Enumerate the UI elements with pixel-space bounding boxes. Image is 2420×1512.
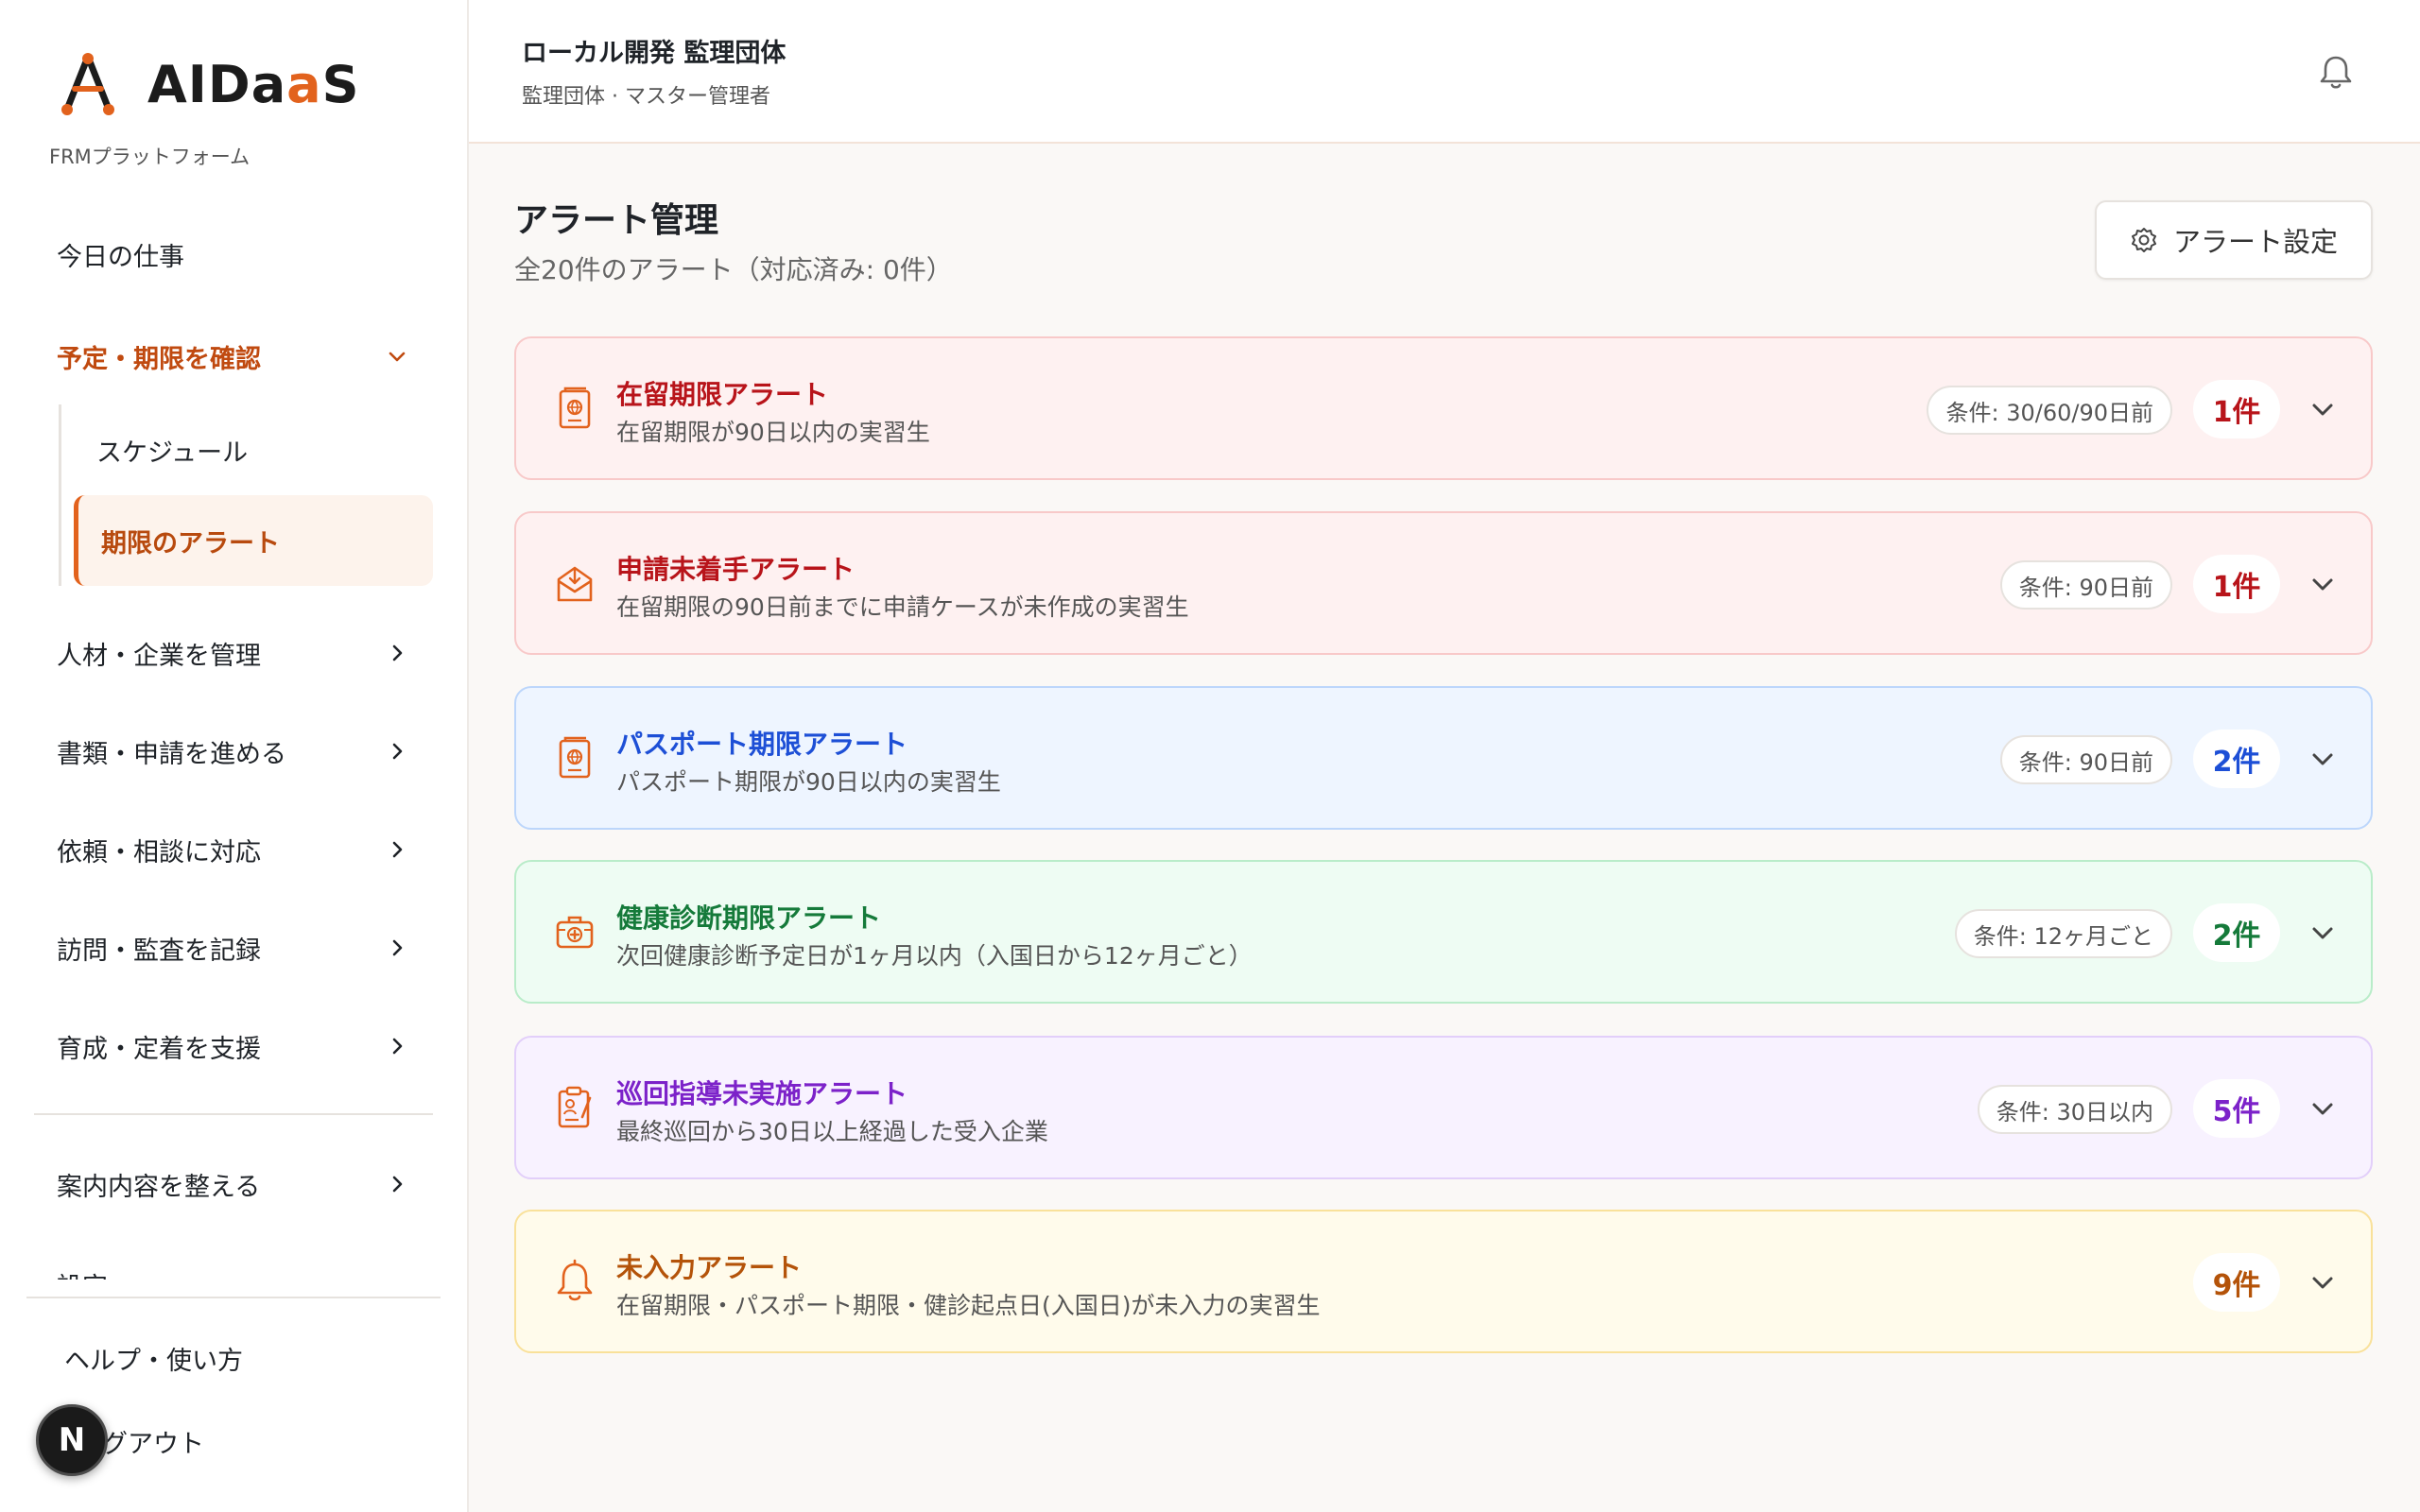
alert-card-passport[interactable]: パスポート期限アラート パスポート期限が90日以内の実習生 条件: 90日前 2… xyxy=(514,686,2373,830)
alert-description: 在留期限が90日以内の実習生 xyxy=(616,419,930,446)
clipboard-icon xyxy=(558,1086,592,1128)
chevron-down-icon[interactable] xyxy=(2307,1266,2339,1298)
alert-card-patrol[interactable]: 巡回指導未実施アラート 最終巡回から30日以上経過した受入企業 条件: 30日以… xyxy=(514,1036,2373,1179)
alert-card-missing-input[interactable]: 未入力アラート 在留期限・パスポート期限・健診起点日(入国日)が未入力の実習生 … xyxy=(514,1210,2373,1353)
sidebar-item-schedule-group[interactable]: 予定・期限を確認 xyxy=(34,325,435,387)
sidebar-subitem-schedule[interactable]: スケジュール xyxy=(74,404,433,495)
alert-title: 健康診断期限アラート xyxy=(616,902,882,934)
medical-kit-icon xyxy=(556,916,594,949)
mail-icon xyxy=(557,566,593,602)
chevron-right-icon xyxy=(392,841,403,858)
alert-condition-badge: 条件: 90日前 xyxy=(1999,560,2172,610)
alert-description: 在留期限の90日前までに申請ケースが未作成の実習生 xyxy=(616,593,1189,621)
logout-link[interactable]: グアウト xyxy=(102,1423,204,1460)
chevron-right-icon xyxy=(392,743,403,760)
chevron-right-icon xyxy=(392,939,403,956)
bell-icon xyxy=(557,1259,593,1301)
alert-count-badge: 2件 xyxy=(2193,903,2280,962)
sidebar-item-training[interactable]: 育成・定着を支援 xyxy=(34,1015,435,1077)
sidebar-item-label: 書類・申請を進める xyxy=(57,739,286,769)
passport-icon xyxy=(559,387,591,429)
alert-title: 在留期限アラート xyxy=(616,379,829,410)
page-subtitle: 全20件のアラート（対応済み: 0件） xyxy=(514,254,953,285)
sidebar-footer-divider xyxy=(26,1297,441,1298)
chevron-down-icon[interactable] xyxy=(2307,393,2339,425)
alert-condition-badge: 条件: 30日以内 xyxy=(1977,1085,2172,1134)
sidebar-item-label: 案内内容を整える xyxy=(57,1172,261,1202)
chevron-down-icon[interactable] xyxy=(2307,1092,2339,1125)
alert-description: パスポート期限が90日以内の実習生 xyxy=(616,768,1001,796)
alert-condition-badge: 条件: 12ヶ月ごと xyxy=(1954,909,2172,958)
chevron-down-icon xyxy=(389,352,406,362)
chevron-down-icon[interactable] xyxy=(2307,743,2339,775)
chevron-right-icon xyxy=(392,644,403,662)
chevron-right-icon xyxy=(392,1038,403,1055)
alert-title: パスポート期限アラート xyxy=(616,729,908,760)
sidebar-item-visits[interactable]: 訪問・監査を記録 xyxy=(34,917,435,979)
gear-icon xyxy=(2131,228,2156,252)
alert-settings-button[interactable]: アラート設定 xyxy=(2095,200,2373,280)
alert-condition-badge: 条件: 90日前 xyxy=(1999,735,2172,784)
organization-role: 監理団体 · マスター管理者 xyxy=(522,85,770,109)
sidebar-item-label: 訪問・監査を記録 xyxy=(57,936,261,966)
alert-card-residence[interactable]: 在留期限アラート 在留期限が90日以内の実習生 条件: 30/60/90日前 1… xyxy=(514,336,2373,480)
sidebar-item-today[interactable]: 今日の仕事 xyxy=(34,223,435,285)
alert-count-badge: 1件 xyxy=(2193,380,2280,438)
alert-card-application[interactable]: 申請未着手アラート 在留期限の90日前までに申請ケースが未作成の実習生 条件: … xyxy=(514,511,2373,655)
sidebar-item-settings[interactable]: 設定 xyxy=(57,1266,416,1280)
chevron-down-icon[interactable] xyxy=(2307,568,2339,600)
brand-name: AIDaaS xyxy=(147,54,360,114)
alert-count-badge: 1件 xyxy=(2193,555,2280,613)
passport-icon xyxy=(559,736,591,779)
sidebar-item-requests[interactable]: 依頼・相談に対応 xyxy=(34,818,435,881)
alert-title: 巡回指導未実施アラート xyxy=(616,1078,908,1109)
subnav-line xyxy=(59,404,61,586)
platform-label: FRMプラットフォーム xyxy=(49,146,251,168)
sidebar-divider xyxy=(34,1113,433,1115)
alert-title: 申請未着手アラート xyxy=(616,554,856,585)
alert-description: 次回健康診断予定日が1ヶ月以内（入国日から12ヶ月ごと） xyxy=(616,942,1253,970)
alert-count-badge: 9件 xyxy=(2193,1253,2280,1312)
sidebar-subitem-label: スケジュール xyxy=(96,438,249,468)
page-title: アラート管理 xyxy=(514,201,719,240)
sidebar-item-label: 今日の仕事 xyxy=(57,242,184,272)
notification-bell-icon[interactable] xyxy=(2318,53,2354,91)
logo-mark-icon xyxy=(61,53,114,115)
sidebar-item-guides[interactable]: 案内内容を整える xyxy=(34,1153,435,1215)
alert-title: 未入力アラート xyxy=(616,1252,803,1283)
sidebar-subitem-label: 期限のアラート xyxy=(101,528,280,558)
organization-name: ローカル開発 監理団体 xyxy=(522,39,786,68)
chevron-down-icon[interactable] xyxy=(2307,917,2339,949)
chevron-right-icon xyxy=(392,1176,403,1193)
alert-description: 在留期限・パスポート期限・健診起点日(入国日)が未入力の実習生 xyxy=(616,1292,1321,1319)
sidebar-item-label: 依頼・相談に対応 xyxy=(57,837,261,868)
brand-logo[interactable]: AIDaaS xyxy=(57,51,360,117)
sidebar-item-documents[interactable]: 書類・申請を進める xyxy=(34,720,435,782)
dev-tools-badge[interactable]: N xyxy=(36,1404,108,1476)
sidebar-item-label: 予定・期限を確認 xyxy=(57,344,261,374)
help-link[interactable]: ヘルプ・使い方 xyxy=(64,1340,243,1377)
alert-condition-badge: 条件: 30/60/90日前 xyxy=(1927,386,2172,435)
alert-card-health-check[interactable]: 健康診断期限アラート 次回健康診断予定日が1ヶ月以内（入国日から12ヶ月ごと） … xyxy=(514,860,2373,1004)
sidebar-item-label: 育成・定着を支援 xyxy=(57,1034,261,1064)
alert-settings-label: アラート設定 xyxy=(2172,226,2338,258)
sidebar-item-label: 人材・企業を管理 xyxy=(57,641,261,671)
alert-description: 最終巡回から30日以上経過した受入企業 xyxy=(616,1118,1048,1145)
top-header: ローカル開発 監理団体 監理団体 · マスター管理者 xyxy=(469,0,2420,144)
alert-count-badge: 5件 xyxy=(2193,1079,2280,1138)
sidebar-item-people[interactable]: 人材・企業を管理 xyxy=(34,622,435,684)
sidebar: AIDaaS FRMプラットフォーム 今日の仕事 予定・期限を確認 人材・企業を… xyxy=(0,0,469,1512)
sidebar-item-label: 設定 xyxy=(57,1273,108,1280)
alert-count-badge: 2件 xyxy=(2193,730,2280,788)
sidebar-subitem-deadline-alerts[interactable]: 期限のアラート xyxy=(74,495,433,586)
